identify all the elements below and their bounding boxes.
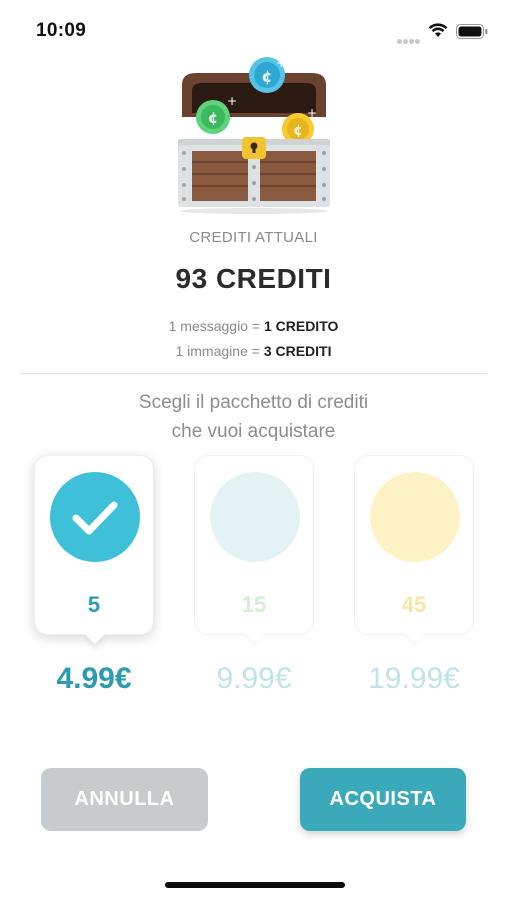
credit-total: 93 CREDITI — [175, 263, 332, 294]
svg-text:¢: ¢ — [208, 109, 218, 127]
battery-icon — [456, 24, 488, 39]
rate-image-label: 1 immagine = — [175, 343, 264, 359]
package-circle — [210, 472, 300, 562]
card-pointer — [405, 625, 425, 645]
package-price-5[interactable]: 4.99€ — [14, 662, 174, 696]
rate-image-value: 3 CREDITI — [263, 343, 332, 359]
card-pointer — [85, 625, 105, 645]
package-price-15[interactable]: 9.99€ — [174, 662, 334, 696]
package-price-45[interactable]: 19.99€ — [334, 662, 494, 696]
package-card-45[interactable]: 45 — [354, 455, 474, 645]
current-credits-label: CREDITI ATTUALI — [189, 229, 318, 246]
card-pointer — [245, 625, 265, 645]
choose-package-prompt-line1: Scegli il pacchetto di crediti — [138, 392, 369, 413]
package-credits: 15 — [241, 592, 267, 617]
rate-message-value: 1 CREDITO — [263, 318, 339, 334]
package-credits: 5 — [87, 592, 101, 617]
rate-image: 1 immagine = 3 CREDITI — [0, 343, 507, 359]
svg-text:¢: ¢ — [293, 123, 303, 139]
buy-button[interactable]: ACQUISTA — [300, 768, 466, 831]
wifi-icon — [428, 23, 448, 37]
svg-text:+: + — [276, 56, 286, 70]
signal-icon — [397, 31, 423, 44]
choose-package-prompt-line2: che vuoi acquistare — [171, 421, 336, 442]
svg-text:¢: ¢ — [261, 67, 272, 86]
treasure-chest-icon: ¢ ¢ ¢ + + + — [178, 56, 330, 214]
package-credits: 45 — [401, 592, 427, 617]
package-circle — [50, 472, 140, 562]
svg-text:+: + — [307, 106, 317, 120]
package-card-5[interactable]: 5 — [34, 455, 154, 645]
status-time: 10:09 — [36, 20, 87, 41]
checkmark-icon — [72, 501, 118, 535]
svg-text:+: + — [227, 94, 237, 108]
divider — [20, 373, 487, 374]
home-indicator — [165, 882, 345, 888]
rate-message: 1 messaggio = 1 CREDITO — [0, 318, 507, 334]
package-card-15[interactable]: 15 — [194, 455, 314, 645]
cancel-button[interactable]: ANNULLA — [41, 768, 208, 831]
package-circle — [370, 472, 460, 562]
rate-message-label: 1 messaggio = — [168, 318, 264, 334]
status-bar: 10:09 — [0, 0, 507, 62]
